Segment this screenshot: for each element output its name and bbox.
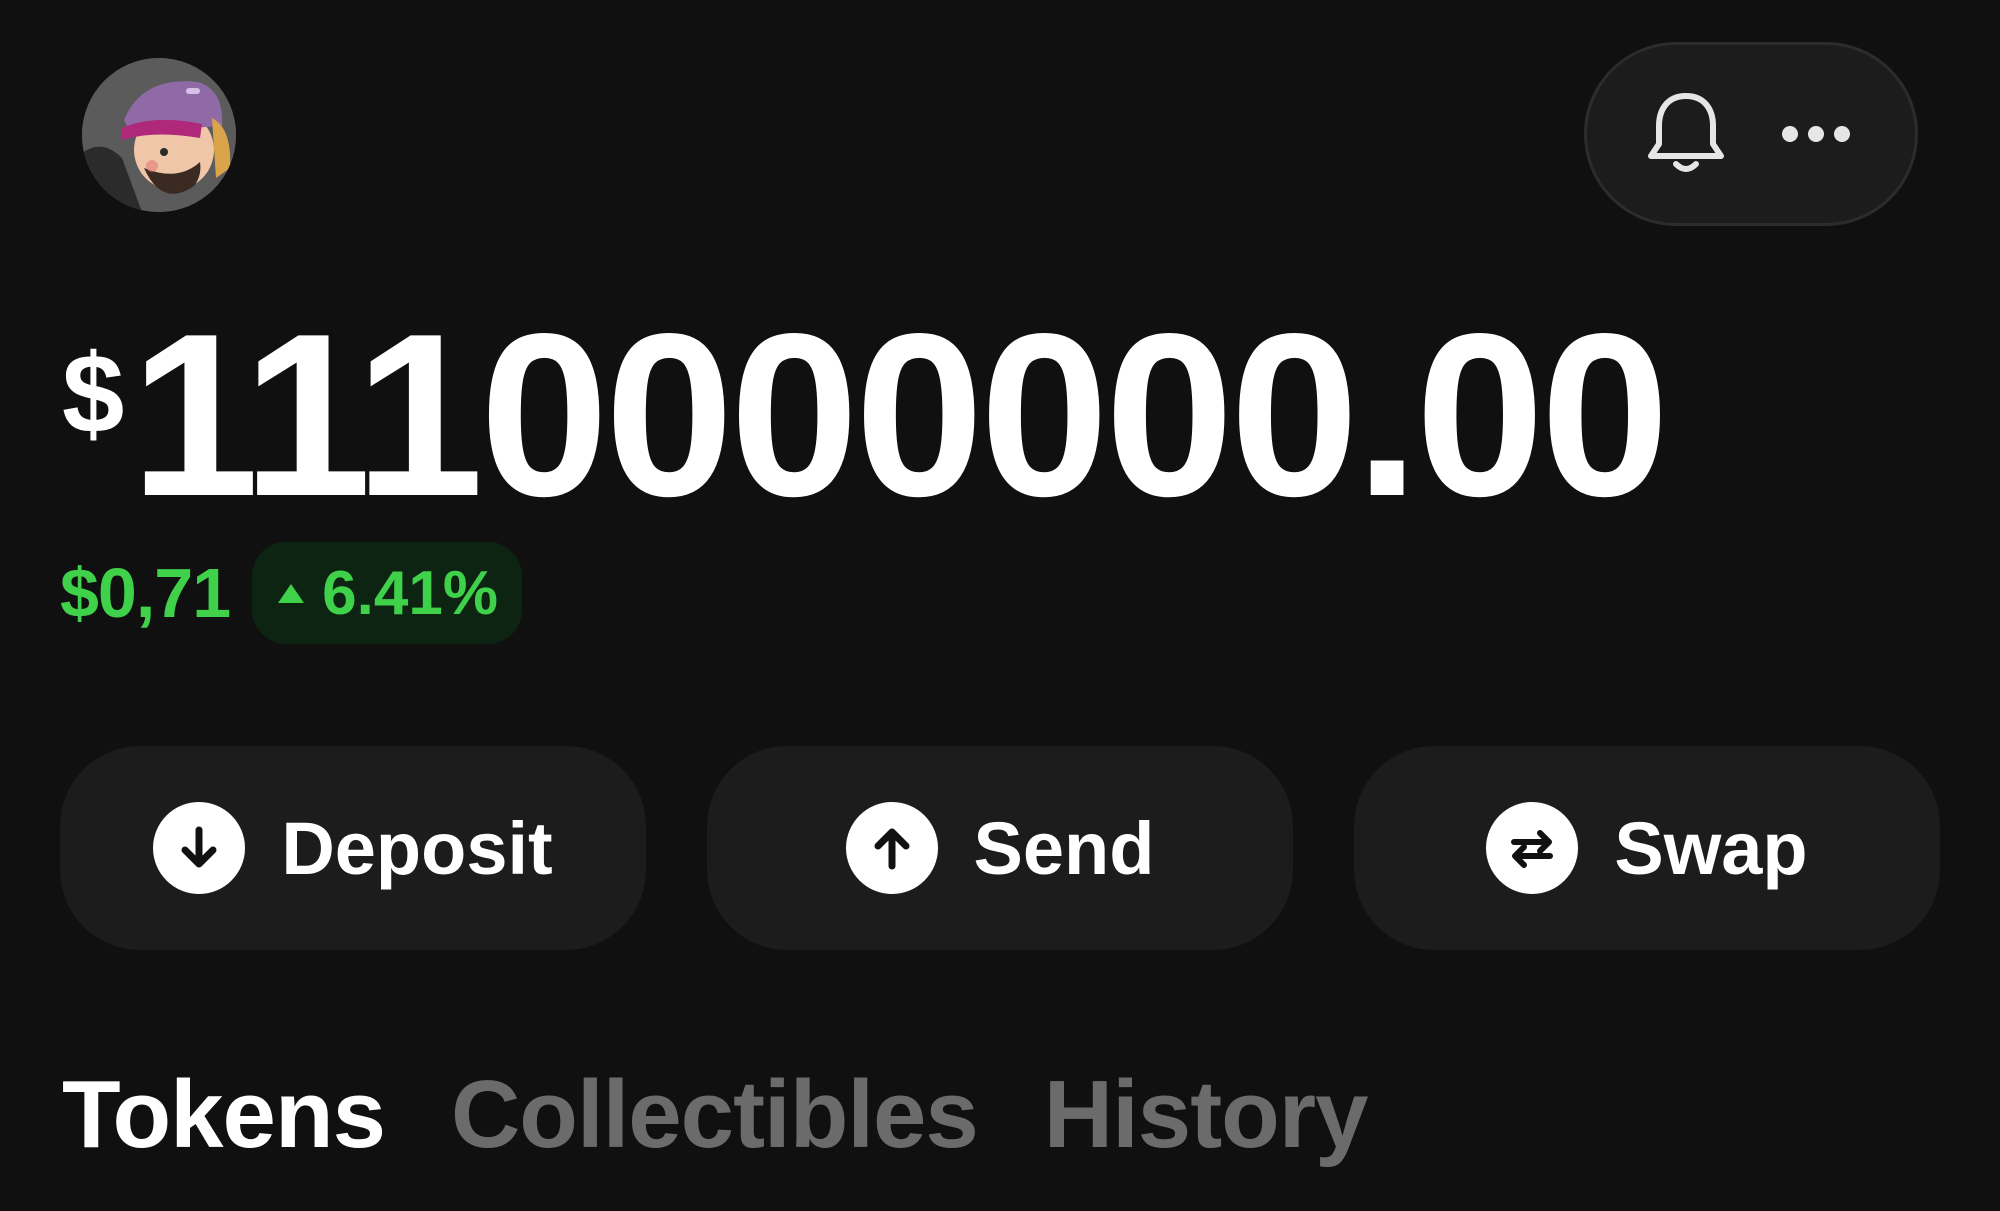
send-button[interactable]: Send <box>707 746 1293 950</box>
triangle-up-icon <box>278 583 305 603</box>
tab-tokens[interactable]: Tokens <box>62 1060 386 1170</box>
header-actions <box>1584 42 1918 226</box>
more-options-button[interactable] <box>1761 79 1871 189</box>
change-value: $0,71 <box>60 554 231 632</box>
avatar[interactable] <box>82 58 236 212</box>
swap-button[interactable]: Swap <box>1354 746 1940 950</box>
change-percent: 6.41% <box>322 558 498 628</box>
currency-symbol: $ <box>62 331 125 456</box>
wallet-screen: $ 1110000000.00 $0,71 6.41% Deposit Send <box>0 0 2000 1211</box>
change-percent-badge: 6.41% <box>252 542 522 644</box>
balance-amount: 1110000000.00 <box>130 286 1669 545</box>
swap-arrows-circle-icon <box>1486 802 1579 894</box>
tab-history[interactable]: History <box>1044 1060 1369 1170</box>
send-label: Send <box>973 806 1155 890</box>
bell-icon <box>1648 93 1724 172</box>
asset-tabs: Tokens Collectibles History <box>62 1060 1369 1170</box>
deposit-button[interactable]: Deposit <box>60 746 646 950</box>
balance-change: $0,71 6.41% <box>60 542 522 644</box>
arrow-down-circle-icon <box>153 802 246 894</box>
notifications-button[interactable] <box>1631 79 1741 189</box>
arrow-up-circle-icon <box>845 802 938 894</box>
ellipsis-icon <box>1782 126 1850 142</box>
total-balance: $ 1110000000.00 <box>62 286 1669 545</box>
user-avatar-icon <box>82 58 236 212</box>
tab-collectibles[interactable]: Collectibles <box>451 1060 979 1170</box>
deposit-label: Deposit <box>281 806 553 890</box>
swap-label: Swap <box>1614 806 1808 890</box>
